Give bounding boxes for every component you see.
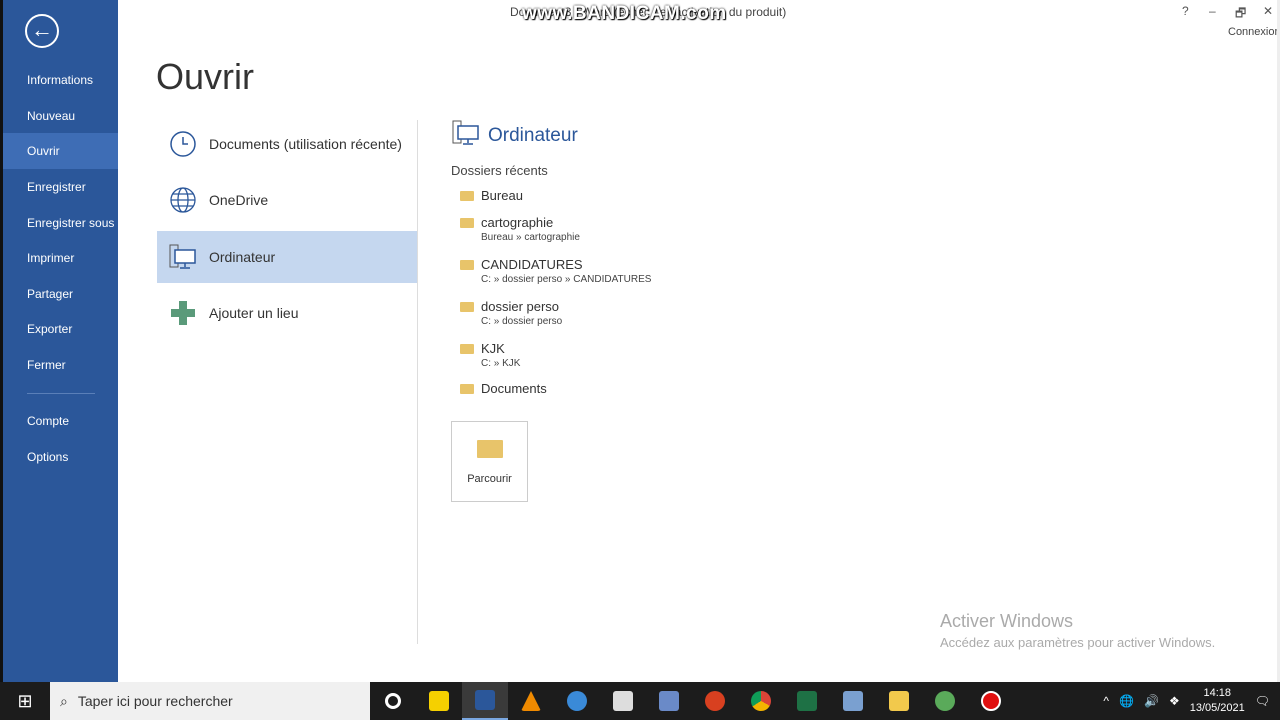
nav-fermer[interactable]: Fermer <box>3 347 118 383</box>
bandicam-watermark: www.BANDICAM.com <box>522 3 727 24</box>
firefox-icon[interactable] <box>692 682 738 720</box>
date: 13/05/2021 <box>1189 702 1245 714</box>
nav-nouveau[interactable]: Nouveau <box>3 98 118 134</box>
folder-icon <box>460 383 474 394</box>
recent-folder[interactable]: Bureau <box>460 188 523 203</box>
folder-icon <box>460 301 474 312</box>
location-label: Ajouter un lieu <box>209 305 299 321</box>
folder-icon <box>460 217 474 228</box>
recent-folder[interactable]: Documents <box>460 381 547 396</box>
network-app-icon[interactable] <box>830 682 876 720</box>
nav-partager[interactable]: Partager <box>3 276 118 312</box>
word-icon[interactable] <box>462 682 508 720</box>
minimize-button[interactable]: – <box>1209 4 1216 18</box>
location-label: OneDrive <box>209 192 269 208</box>
search-icon: ⌕ <box>60 692 68 709</box>
activation-title: Activer Windows <box>940 611 1074 631</box>
folder-icon <box>460 343 474 354</box>
vlc-icon[interactable] <box>508 682 554 720</box>
clock-icon <box>157 130 209 158</box>
location-onedrive[interactable]: OneDrive <box>157 174 417 226</box>
system-tray: ^ 🌐 🔊 ❖ 14:18 13/05/2021 🗨 <box>1103 686 1280 716</box>
notification-icon[interactable]: 🗨 <box>1255 694 1270 708</box>
help-button[interactable]: ? <box>1182 4 1189 18</box>
close-button[interactable]: ✕ <box>1263 4 1273 18</box>
recent-folder[interactable]: KJK C: » KJK <box>460 341 520 369</box>
folder-icon <box>460 190 474 201</box>
app-icon[interactable] <box>922 682 968 720</box>
activation-text: Accédez aux paramètres pour activer Wind… <box>940 635 1216 650</box>
taskbar: ⊞ ⌕ Taper ici pour rechercher ^ 🌐 🔊 ❖ 14… <box>0 682 1280 720</box>
folder-name: cartographie <box>481 215 554 230</box>
browse-label: Parcourir <box>467 473 512 485</box>
folder-path: Bureau » cartographie <box>481 232 580 243</box>
recent-folder[interactable]: CANDIDATURES C: » dossier perso » CANDID… <box>460 257 651 285</box>
plus-icon <box>157 300 209 326</box>
nav-enregistrer-sous[interactable]: Enregistrer sous <box>3 205 118 241</box>
restore-button[interactable]: 🗗 <box>1235 4 1246 25</box>
folder-open-icon <box>476 440 503 458</box>
folder-name: Documents <box>481 381 547 396</box>
sticky-notes-icon[interactable] <box>416 682 462 720</box>
activation-watermark: Activer Windows Accédez aux paramètres p… <box>940 611 1215 650</box>
clock[interactable]: 14:18 13/05/2021 <box>1190 686 1245 716</box>
browse-button[interactable]: Parcourir <box>451 421 528 502</box>
page-title: Ouvrir <box>156 56 254 97</box>
nav-options[interactable]: Options <box>3 439 118 475</box>
location-add-place[interactable]: Ajouter un lieu <box>157 287 417 339</box>
folder-name: KJK <box>481 341 505 356</box>
backstage-sidebar: ← Informations Nouveau Ouvrir Enregistre… <box>3 0 118 682</box>
time: 14:18 <box>1203 687 1231 699</box>
chevron-up-icon[interactable]: ^ <box>1103 694 1109 708</box>
nav-imprimer[interactable]: Imprimer <box>3 240 118 276</box>
nav-informations[interactable]: Informations <box>3 62 118 98</box>
sign-in-link[interactable]: Connexion <box>1228 26 1280 38</box>
network-icon[interactable]: 🌐 <box>1119 694 1134 708</box>
folder-path: C: » KJK <box>481 358 521 369</box>
location-recent-documents[interactable]: Documents (utilisation récente) <box>157 118 417 170</box>
folder-path: C: » dossier perso <box>481 316 563 327</box>
recent-folder[interactable]: dossier perso C: » dossier perso <box>460 299 562 327</box>
globe-icon <box>157 186 209 214</box>
computer-icon <box>157 244 209 270</box>
folder-name: dossier perso <box>481 299 560 314</box>
panel-divider <box>417 120 418 644</box>
nav-ouvrir[interactable]: Ouvrir <box>3 133 118 169</box>
back-arrow-icon[interactable]: ← <box>25 14 59 48</box>
chrome-icon[interactable] <box>738 682 784 720</box>
cortana-icon[interactable] <box>370 682 416 720</box>
recent-folders-label: Dossiers récents <box>451 163 548 178</box>
nav-exporter[interactable]: Exporter <box>3 311 118 347</box>
file-explorer-icon[interactable] <box>876 682 922 720</box>
folder-icon <box>460 259 474 270</box>
computer-icon <box>452 120 480 152</box>
excel-icon[interactable] <box>784 682 830 720</box>
volume-icon[interactable]: 🔊 <box>1144 694 1159 708</box>
location-label: Documents (utilisation récente) <box>209 136 402 152</box>
calculator-icon[interactable] <box>554 682 600 720</box>
folder-name: Bureau <box>481 188 523 203</box>
heading-text: Ordinateur <box>488 125 578 146</box>
taskbar-search[interactable]: ⌕ Taper ici pour rechercher <box>50 682 370 720</box>
search-placeholder: Taper ici pour rechercher <box>77 693 233 709</box>
sidebar-divider <box>27 393 95 394</box>
grid-app-icon[interactable] <box>646 682 692 720</box>
dropbox-icon[interactable]: ❖ <box>1169 694 1180 708</box>
folder-name: CANDIDATURES <box>481 257 583 272</box>
recent-folder[interactable]: cartographie Bureau » cartographie <box>460 215 580 243</box>
nav-compte[interactable]: Compte <box>3 403 118 439</box>
location-computer[interactable]: Ordinateur <box>157 231 417 283</box>
location-label: Ordinateur <box>209 249 276 265</box>
record-icon[interactable] <box>968 682 1014 720</box>
windows-start-icon[interactable]: ⊞ <box>0 691 50 712</box>
folder-path: C: » dossier perso » CANDIDATURES <box>481 274 652 285</box>
app-icon[interactable] <box>600 682 646 720</box>
nav-enregistrer[interactable]: Enregistrer <box>3 169 118 205</box>
computer-heading: Ordinateur <box>452 120 578 152</box>
